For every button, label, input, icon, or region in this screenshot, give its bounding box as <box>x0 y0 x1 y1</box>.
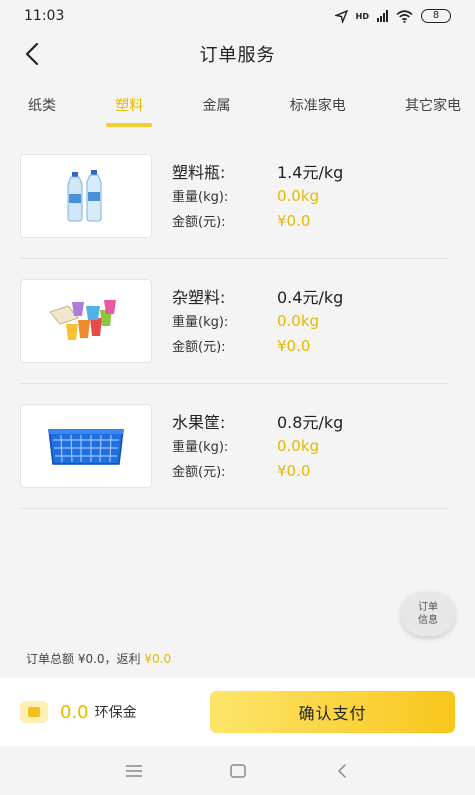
item-info: 水果筐: 0.8元/kg 重量(kg): 0.0kg 金额(元): ¥0.0 <box>172 404 382 483</box>
coin-icon <box>20 701 48 723</box>
menu-nav-button[interactable] <box>124 761 144 781</box>
item-name: 塑料瓶: <box>172 162 226 182</box>
item-info: 杂塑料: 0.4元/kg 重量(kg): 0.0kg 金额(元): ¥0.0 <box>172 279 382 358</box>
tab-metal[interactable]: 金属 <box>203 85 231 125</box>
status-icons: HD 8 <box>334 9 451 23</box>
item-name: 杂塑料: <box>172 287 226 307</box>
tab-plastic[interactable]: 塑料 <box>115 85 143 125</box>
signal-icon <box>377 10 388 22</box>
battery-level: 8 <box>432 10 440 21</box>
list-item: 塑料瓶: 1.4元/kg 重量(kg): 0.0kg 金额(元): ¥0.0 <box>20 154 449 259</box>
weight-label: 重量(kg): <box>172 440 229 455</box>
system-nav-bar <box>0 746 475 795</box>
order-info-line1: 订单 <box>418 601 438 613</box>
triangle-back-icon <box>337 763 346 778</box>
back-nav-button[interactable] <box>332 761 352 781</box>
eco-balance: 0.0 <box>60 701 89 723</box>
item-info: 塑料瓶: 1.4元/kg 重量(kg): 0.0kg 金额(元): ¥0.0 <box>172 154 382 233</box>
amount-label: 金额(元): <box>172 340 226 355</box>
chevron-left-icon <box>25 42 39 66</box>
menu-icon <box>125 764 142 777</box>
status-time: 11:03 <box>24 8 65 24</box>
tab-paper[interactable]: 纸类 <box>28 85 56 125</box>
weight-value: 0.0kg <box>277 311 320 330</box>
weight-label: 重量(kg): <box>172 190 229 205</box>
item-name: 水果筐: <box>172 412 226 432</box>
network-type-label: HD <box>355 11 369 21</box>
tab-standard-appliances[interactable]: 标准家电 <box>290 85 346 125</box>
header: 订单服务 <box>0 32 475 76</box>
weight-label: 重量(kg): <box>172 315 229 330</box>
amount-value: ¥0.0 <box>277 211 311 230</box>
plastic-bottles-icon <box>67 170 102 222</box>
item-price: 1.4元/kg <box>277 162 344 182</box>
order-summary: 订单总额 ¥0.0，返利 ¥0.0 <box>26 650 171 667</box>
location-icon <box>334 9 348 23</box>
order-info-button[interactable]: 订单 信息 <box>401 592 455 636</box>
category-tabs: 纸类 塑料 金属 标准家电 其它家电 <box>0 76 475 134</box>
list-item: 水果筐: 0.8元/kg 重量(kg): 0.0kg 金额(元): ¥0.0 <box>20 404 449 509</box>
item-thumbnail <box>20 279 152 363</box>
item-list: 塑料瓶: 1.4元/kg 重量(kg): 0.0kg 金额(元): ¥0.0 杂塑料:… <box>0 134 475 509</box>
item-thumbnail <box>20 154 152 238</box>
mixed-plastics-icon <box>49 300 116 340</box>
tab-other-appliances[interactable]: 其它家电 <box>405 85 461 125</box>
wifi-icon <box>396 9 413 23</box>
bottom-bar: 0.0 环保金 确认支付 <box>0 678 475 746</box>
rebate-value: ¥0.0 <box>144 652 172 666</box>
battery-icon: 8 <box>421 9 451 23</box>
item-price: 0.8元/kg <box>277 412 344 432</box>
status-bar: 11:03 HD 8 <box>0 0 475 32</box>
amount-label: 金额(元): <box>172 465 226 480</box>
confirm-pay-button[interactable]: 确认支付 <box>210 691 455 733</box>
item-price: 0.4元/kg <box>277 287 344 307</box>
amount-value: ¥0.0 <box>277 336 311 355</box>
eco-balance-label: 环保金 <box>94 705 137 721</box>
back-button[interactable] <box>18 40 46 68</box>
fruit-crate-icon <box>48 429 124 465</box>
home-nav-button[interactable] <box>228 761 248 781</box>
square-icon <box>229 763 246 778</box>
amount-value: ¥0.0 <box>277 461 311 480</box>
item-thumbnail <box>20 404 152 488</box>
page-title: 订单服务 <box>199 45 276 66</box>
amount-label: 金额(元): <box>172 215 226 230</box>
weight-value: 0.0kg <box>277 436 320 455</box>
weight-value: 0.0kg <box>277 186 320 205</box>
order-info-line2: 信息 <box>418 615 438 626</box>
order-total-text: 订单总额 ¥0.0，返利 <box>26 652 145 666</box>
list-item: 杂塑料: 0.4元/kg 重量(kg): 0.0kg 金额(元): ¥0.0 <box>20 279 449 384</box>
